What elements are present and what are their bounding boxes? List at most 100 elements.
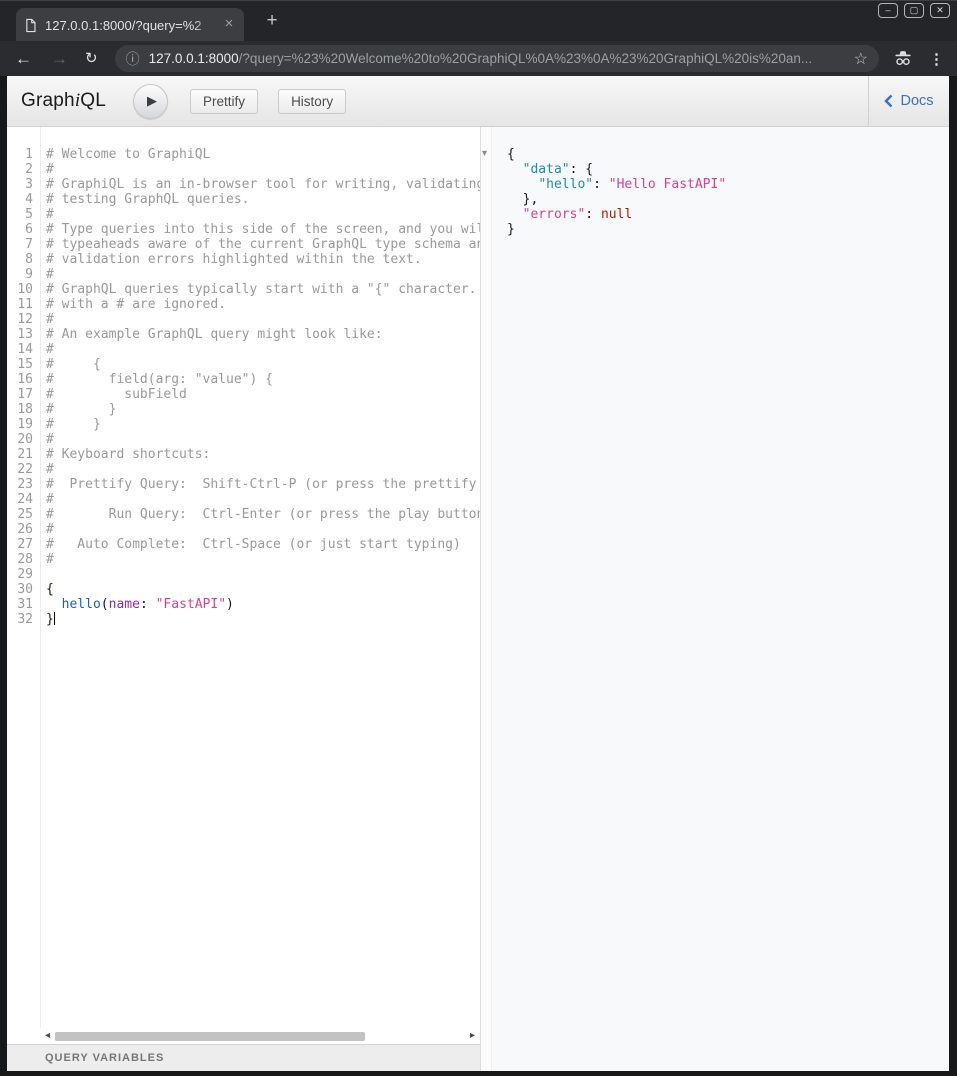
bookmark-star-icon[interactable]: ☆ (854, 49, 868, 69)
play-icon: ▶ (147, 93, 157, 109)
browser-toolbar: ← → ↻ ⓘ 127.0.0.1:8000/?query=%23%20Welc… (0, 41, 957, 76)
query-editor-pane: 1# Welcome to GraphiQL2#3# GraphiQL is a… (7, 127, 480, 1071)
window-minimize-button[interactable]: – (878, 3, 898, 18)
horizontal-scrollbar[interactable]: ◂ ▸ (7, 1028, 480, 1044)
address-bar[interactable]: ⓘ 127.0.0.1:8000/?query=%23%20Welcome%20… (115, 45, 879, 72)
result-line: } (501, 222, 949, 237)
editor-line: 2# (7, 162, 480, 177)
line-number: 4 (7, 192, 40, 207)
line-number: 29 (7, 567, 40, 582)
scroll-right-arrow-icon[interactable]: ▸ (470, 1031, 475, 1041)
line-number: 15 (7, 357, 40, 372)
panes: 1# Welcome to GraphiQL2#3# GraphiQL is a… (7, 127, 949, 1071)
close-icon: ✕ (936, 6, 944, 15)
line-number: 17 (7, 387, 40, 402)
window-maximize-button[interactable]: ▢ (904, 3, 924, 18)
line-number: 9 (7, 267, 40, 282)
line-number: 6 (7, 222, 40, 237)
window-close-button[interactable]: ✕ (930, 3, 950, 18)
docs-label: Docs (900, 93, 933, 109)
result-line: "errors": null (501, 207, 949, 222)
editor-line: 17# subField (7, 387, 480, 402)
editor-line: 6# Type queries into this side of the sc… (7, 222, 480, 237)
line-number: 31 (7, 597, 40, 612)
line-number: 8 (7, 252, 40, 267)
line-number: 24 (7, 492, 40, 507)
editor-line: 14# (7, 342, 480, 357)
editor-line: 16# field(arg: "value") { (7, 372, 480, 387)
line-number: 14 (7, 342, 40, 357)
execute-query-button[interactable]: ▶ (133, 84, 168, 119)
url-host: 127.0.0.1:8000 (149, 51, 239, 66)
editor-line: 27# Auto Complete: Ctrl-Space (or just s… (7, 537, 480, 552)
tab-strip: 127.0.0.1:8000/?query=%2 × + – ▢ ✕ (0, 0, 957, 41)
editor-line: 10# GraphQL queries typically start with… (7, 282, 480, 297)
line-number: 32 (7, 612, 40, 627)
line-number: 21 (7, 447, 40, 462)
query-editor[interactable]: 1# Welcome to GraphiQL2#3# GraphiQL is a… (7, 127, 480, 1028)
editor-line: 3# GraphiQL is an in-browser tool for wr… (7, 177, 480, 192)
line-number: 19 (7, 417, 40, 432)
browser-menu-icon[interactable]: ⋮ (929, 50, 944, 68)
fold-arrow-icon[interactable]: ▾ (482, 148, 487, 159)
line-number: 23 (7, 477, 40, 492)
editor-line: 29 (7, 567, 480, 582)
window-controls: – ▢ ✕ (878, 3, 950, 18)
graphiql-logo: GraphiQL (21, 90, 106, 112)
reload-button[interactable]: ↻ (85, 51, 98, 66)
editor-line: 15# { (7, 357, 480, 372)
result-viewer: { "data": { "hello": "Hello FastAPI" }, … (501, 147, 949, 237)
maximize-icon: ▢ (910, 6, 919, 15)
scrollbar-thumb[interactable] (55, 1032, 365, 1041)
history-button[interactable]: History (278, 89, 346, 114)
editor-line: 18# } (7, 402, 480, 417)
query-variables-bar[interactable]: QUERY VARIABLES (7, 1044, 480, 1071)
incognito-icon (892, 50, 914, 67)
result-line: }, (501, 192, 949, 207)
line-number: 22 (7, 462, 40, 477)
editor-line: 7# typeaheads aware of the current Graph… (7, 237, 480, 252)
line-number: 20 (7, 432, 40, 447)
result-line: { (501, 147, 949, 162)
editor-line: 28# (7, 552, 480, 567)
line-number: 28 (7, 552, 40, 567)
tab-close-icon[interactable]: × (220, 15, 238, 33)
minimize-icon: – (885, 6, 890, 15)
query-variables-label: QUERY VARIABLES (45, 1052, 164, 1064)
new-tab-button[interactable]: + (262, 10, 282, 32)
editor-line: 24# (7, 492, 480, 507)
editor-line: 5# (7, 207, 480, 222)
line-number: 27 (7, 537, 40, 552)
editor-line: 11# with a # are ignored. (7, 297, 480, 312)
line-number: 11 (7, 297, 40, 312)
editor-line: 25# Run Query: Ctrl-Enter (or press the … (7, 507, 480, 522)
browser-tab[interactable]: 127.0.0.1:8000/?query=%2 × (16, 8, 244, 42)
editor-line: 8# validation errors highlighted within … (7, 252, 480, 267)
url-text[interactable]: 127.0.0.1:8000/?query=%23%20Welcome%20to… (149, 51, 846, 66)
page-favicon-icon (24, 18, 37, 33)
back-button[interactable]: ← (15, 50, 32, 67)
line-number: 7 (7, 237, 40, 252)
line-number: 25 (7, 507, 40, 522)
editor-line: 19# } (7, 417, 480, 432)
editor-line: 23# Prettify Query: Shift-Ctrl-P (or pre… (7, 477, 480, 492)
tab-title: 127.0.0.1:8000/?query=%2 (45, 18, 203, 33)
result-pane: { "data": { "hello": "Hello FastAPI" }, … (492, 127, 949, 1071)
editor-line: 31 hello(name: "FastAPI") (7, 597, 480, 612)
line-number: 18 (7, 402, 40, 417)
line-number: 2 (7, 162, 40, 177)
editor-line: 26# (7, 522, 480, 537)
scroll-left-arrow-icon[interactable]: ◂ (45, 1031, 50, 1041)
site-info-icon[interactable]: ⓘ (126, 49, 140, 69)
prettify-button[interactable]: Prettify (190, 89, 258, 114)
line-number: 12 (7, 312, 40, 327)
editor-line: 22# (7, 462, 480, 477)
docs-toggle[interactable]: Docs (868, 76, 949, 126)
result-line: "data": { (501, 162, 949, 177)
line-number: 3 (7, 177, 40, 192)
graphiql-topbar: GraphiQL ▶ Prettify History Docs (7, 76, 949, 127)
line-number: 5 (7, 207, 40, 222)
pane-resize-divider[interactable]: ▾ (480, 127, 492, 1071)
forward-button: → (51, 50, 68, 67)
chevron-left-icon (884, 94, 893, 108)
